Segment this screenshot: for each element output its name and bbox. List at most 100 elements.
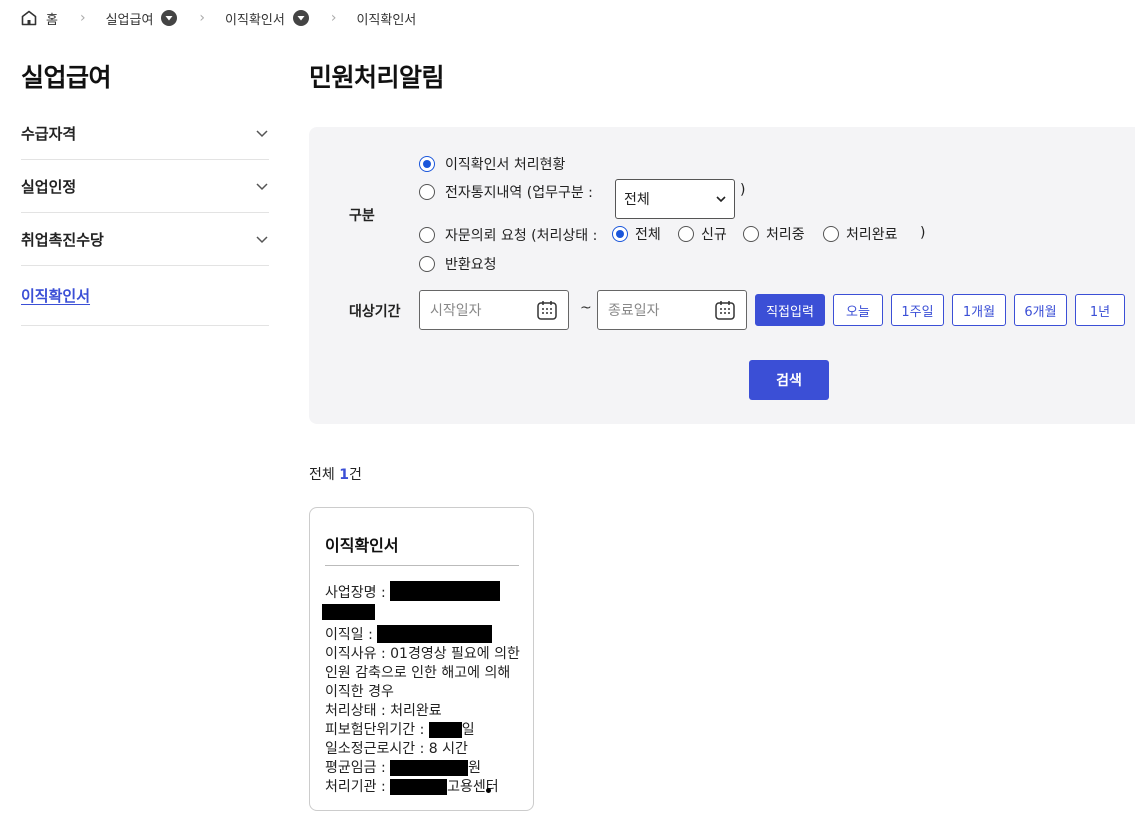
- close-paren: ): [740, 182, 746, 198]
- radio-button[interactable]: [419, 256, 435, 272]
- radio-button[interactable]: [419, 227, 435, 243]
- radio-option-advice[interactable]: 자문의뢰 요청 (처리상태 :: [419, 225, 597, 245]
- breadcrumb: 홈 › 실업급여 › 이직확인서 › 이직확인서: [20, 8, 416, 28]
- radio-button[interactable]: [678, 226, 694, 242]
- total-prefix: 전체: [309, 467, 340, 483]
- biz-line: 사업장명 :: [325, 581, 525, 603]
- radio-label: 이직확인서 처리현황: [445, 157, 566, 173]
- end-date-placeholder: 종료일자: [608, 303, 660, 319]
- search-button[interactable]: 검색: [749, 360, 829, 400]
- breadcrumb-current: 이직확인서: [356, 12, 417, 28]
- result-count: 전체 1건: [309, 464, 362, 484]
- wage-label: 평균임금 :: [325, 760, 386, 776]
- wage-unit: 원: [468, 760, 482, 776]
- radio-sub-done[interactable]: 처리완료: [823, 224, 898, 244]
- radio-label: 전자통지내역 (업무구분 :: [445, 185, 593, 201]
- radio-button[interactable]: [743, 226, 759, 242]
- agency-label: 처리기관 :: [325, 779, 386, 795]
- card-title: 이직확인서: [325, 536, 399, 555]
- agency-suffix: 고용센터: [447, 779, 499, 795]
- retire-line: 이직일 :: [325, 625, 525, 645]
- radio-button[interactable]: [612, 226, 628, 242]
- redaction: [390, 581, 501, 601]
- chevron-down-icon: [256, 183, 268, 191]
- select-value: 전체: [624, 192, 650, 208]
- radio-option-return[interactable]: 반환요청: [419, 254, 497, 274]
- radio-option-status[interactable]: 이직확인서 처리현황: [419, 154, 565, 174]
- one-year-button[interactable]: 1년: [1075, 294, 1125, 326]
- total-count: 1: [339, 467, 349, 483]
- close-paren: ): [920, 225, 926, 241]
- sidebar-menu: 수급자격 실업인정 취업촉진수당 이직확인서: [21, 107, 269, 326]
- home-icon: [21, 10, 37, 26]
- redaction: [428, 722, 462, 738]
- radio-sub-all[interactable]: 전체: [612, 224, 661, 244]
- radio-sub-new[interactable]: 신규: [678, 224, 727, 244]
- chevron-right-icon: ›: [330, 10, 337, 26]
- retire-label: 이직일 :: [325, 627, 373, 643]
- end-date-input[interactable]: 종료일자: [597, 290, 747, 330]
- business-type-select[interactable]: 전체: [615, 179, 735, 219]
- date-range-separator: ~: [580, 300, 592, 316]
- sidebar-item-label: 수급자격: [21, 124, 77, 143]
- breadcrumb-level1-label: 실업급여: [105, 12, 154, 28]
- radio-button[interactable]: [823, 226, 839, 242]
- breadcrumb-home[interactable]: 홈: [20, 9, 58, 28]
- direct-input-button[interactable]: 직접입력: [755, 294, 825, 326]
- breadcrumb-level2-label: 이직확인서: [225, 12, 285, 28]
- one-month-button[interactable]: 1개월: [952, 294, 1006, 326]
- sidebar-item-label: 실업인정: [21, 177, 77, 196]
- chevron-right-icon: ›: [79, 10, 86, 26]
- category-label: 구분: [349, 208, 375, 224]
- breadcrumb-level1[interactable]: 실업급여: [106, 9, 178, 28]
- start-date-input[interactable]: 시작일자: [419, 290, 569, 330]
- card-body: 사업장명 : 이직일 : 이직사유 : 01경영상 필요에 의한 인원 감축으로…: [322, 581, 525, 797]
- sidebar-item-allowance[interactable]: 취업촉진수당: [21, 213, 269, 266]
- wage-line: 평균임금 : 원: [325, 759, 525, 778]
- dropdown-icon[interactable]: [292, 10, 309, 26]
- status-line: 처리상태 : 처리완료: [325, 703, 442, 719]
- redaction: [390, 779, 448, 795]
- chevron-down-icon: [256, 236, 268, 244]
- sidebar-item-recognition[interactable]: 실업인정: [21, 160, 269, 213]
- sidebar-item-confirmation[interactable]: 이직확인서: [21, 266, 269, 326]
- radio-button[interactable]: [419, 156, 435, 172]
- calendar-icon[interactable]: [714, 299, 736, 321]
- radio-label: 처리완료: [846, 227, 898, 243]
- breadcrumb-home-label: 홈: [46, 12, 58, 28]
- page-title: 민원처리알림: [309, 63, 445, 92]
- calendar-icon[interactable]: [536, 299, 558, 321]
- breadcrumb-level2[interactable]: 이직확인서: [225, 9, 309, 28]
- dropdown-icon[interactable]: [161, 10, 178, 26]
- redaction: [390, 760, 469, 776]
- start-date-placeholder: 시작일자: [430, 303, 482, 319]
- agency-line: 처리기관 : 고용센터: [325, 778, 525, 797]
- radio-sub-progress[interactable]: 처리중: [743, 224, 805, 244]
- period-label: 대상기간: [349, 304, 401, 320]
- radio-label: 신규: [701, 227, 727, 243]
- result-card[interactable]: 이직확인서 사업장명 : 이직일 : 이직사유 : 01경영상 필요에 의한 인…: [309, 507, 534, 811]
- card-divider: [325, 565, 519, 566]
- redaction: [377, 625, 493, 643]
- radio-label: 반환요청: [445, 257, 497, 273]
- one-week-button[interactable]: 1주일: [891, 294, 944, 326]
- chevron-down-icon: [716, 196, 726, 203]
- insured-line: 피보험단위기간 : 일: [325, 721, 525, 740]
- radio-label: 자문의뢰 요청 (처리상태 :: [445, 228, 598, 244]
- radio-button[interactable]: [419, 184, 435, 200]
- insured-unit: 일: [461, 722, 475, 738]
- sidebar-item-label: 이직확인서: [21, 287, 91, 305]
- radio-option-notice[interactable]: 전자통지내역 (업무구분 :: [419, 182, 593, 202]
- hours-line: 일소정근로시간 : 8 시간: [325, 741, 468, 757]
- biz-line-2: [322, 603, 525, 622]
- reason-line: 이직사유 : 01경영상 필요에 의한 인원 감축으로 인한 해고에 의해 이직…: [325, 646, 520, 700]
- total-suffix: 건: [348, 467, 362, 483]
- insured-label: 피보험단위기간 :: [325, 722, 425, 738]
- radio-label: 전체: [635, 227, 661, 243]
- chevron-down-icon: [256, 130, 268, 138]
- biz-label: 사업장명 :: [325, 585, 386, 601]
- sidebar-title: 실업급여: [21, 63, 112, 92]
- sidebar-item-eligibility[interactable]: 수급자격: [21, 107, 269, 160]
- today-button[interactable]: 오늘: [833, 294, 883, 326]
- six-month-button[interactable]: 6개월: [1014, 294, 1067, 326]
